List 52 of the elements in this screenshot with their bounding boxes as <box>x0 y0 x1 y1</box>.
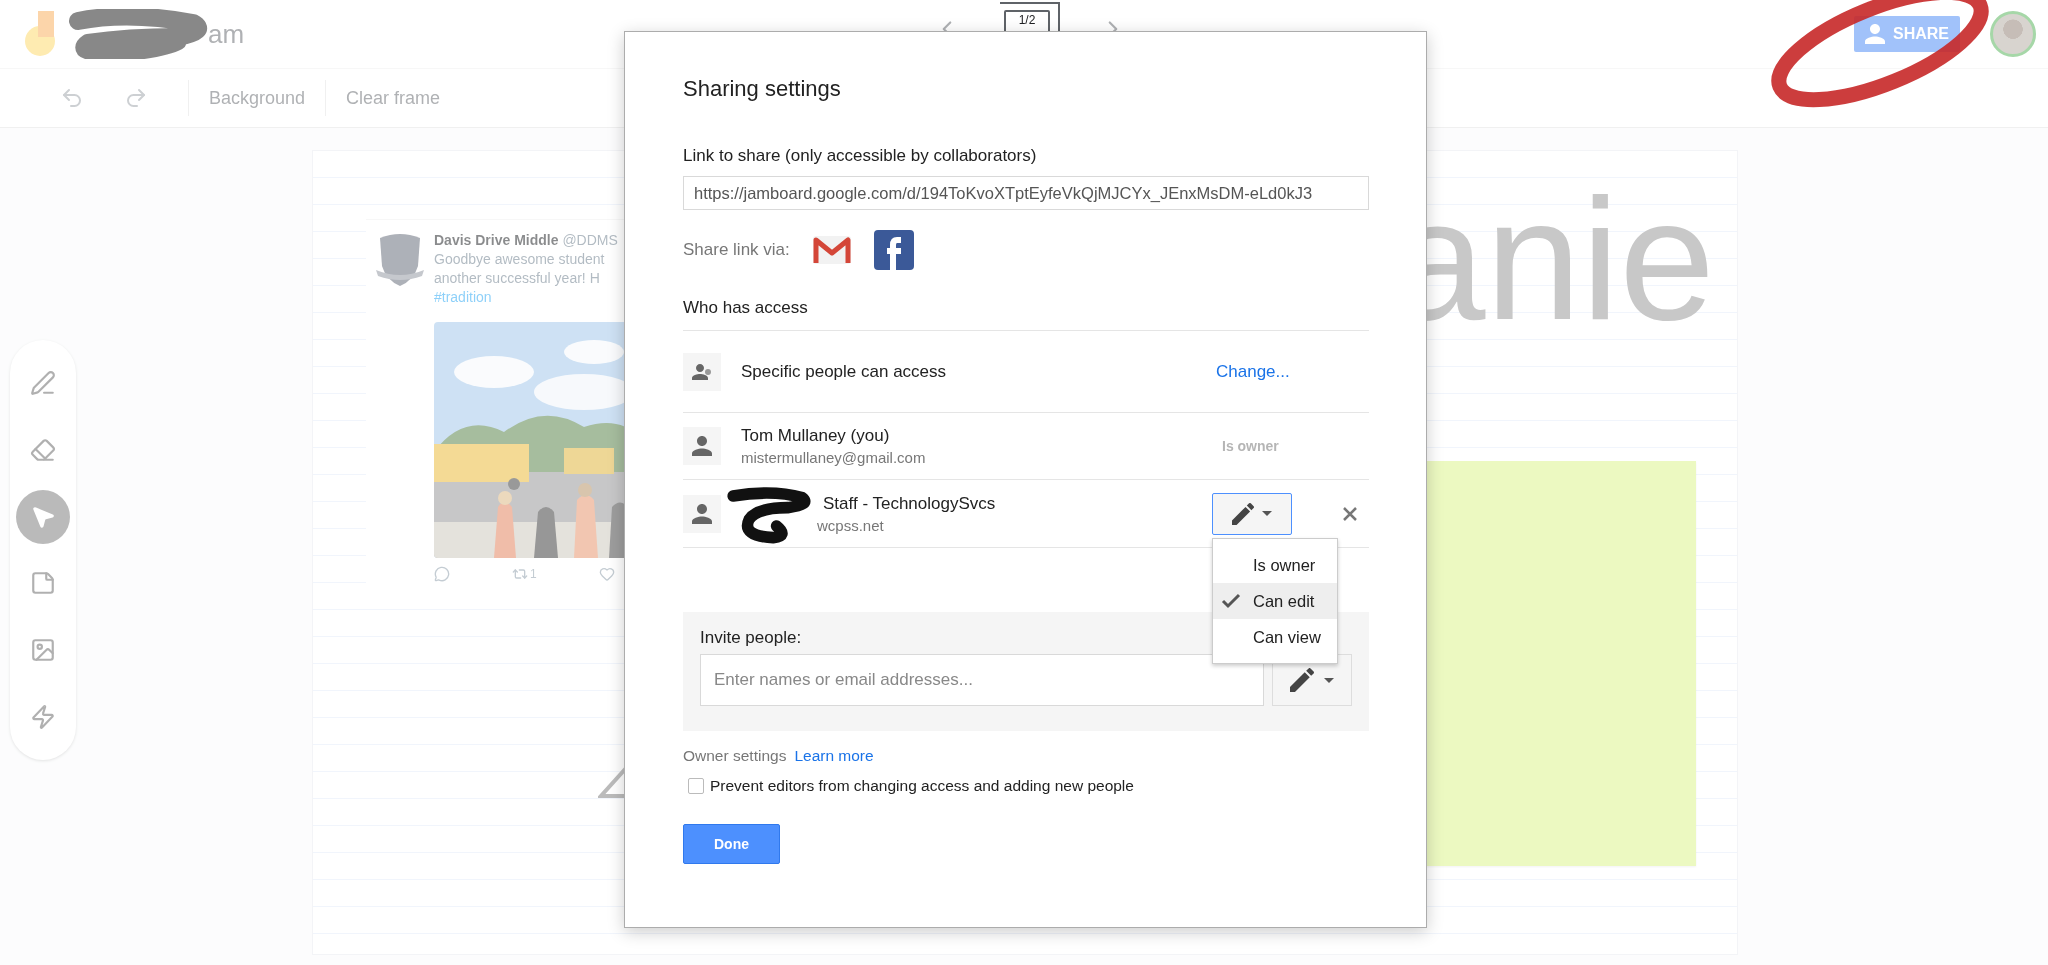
access-heading: Who has access <box>683 298 1369 331</box>
person-icon <box>692 503 712 524</box>
heart-icon[interactable] <box>598 566 615 582</box>
person-name: Staff - TechnologySvcs <box>823 493 997 514</box>
done-button[interactable]: Done <box>683 824 780 864</box>
link-field[interactable]: https://jamboard.google.com/d/194ToKvoXTptEyfeVkQjMJCYx_JEnxMsDM-eLd0kJ3 <box>683 176 1369 210</box>
remove-icon[interactable] <box>1342 505 1358 522</box>
pencil-icon <box>1290 668 1315 692</box>
reply-icon[interactable] <box>434 566 450 582</box>
eraser-icon <box>30 437 56 463</box>
checkbox-label: Prevent editors from changing access and adding new people <box>710 777 1134 795</box>
person-icon <box>1865 24 1885 44</box>
owner-settings-label: Owner settings <box>683 747 787 765</box>
tweet-author: Davis Drive Middle @DDMS <box>434 232 618 248</box>
redo-icon[interactable] <box>124 86 148 110</box>
people-icon <box>683 352 721 391</box>
person-icon <box>692 436 712 456</box>
check-icon <box>1221 593 1241 609</box>
share-via-label: Share link via: <box>683 240 790 260</box>
tweet-text: Goodbye awesome student <box>434 251 606 267</box>
person-email: wcpss.net <box>817 516 885 534</box>
role-dropdown[interactable] <box>1212 492 1292 535</box>
pen-icon <box>30 370 56 397</box>
laser-icon <box>30 703 56 730</box>
person-email: mistermullaney@gmail.com <box>741 449 927 466</box>
role-option[interactable]: Is owner <box>1213 547 1337 583</box>
dialog-title: Sharing settings <box>683 76 842 102</box>
tool-button[interactable] <box>16 489 70 544</box>
learn-more-link[interactable]: Learn more <box>794 747 874 765</box>
role-option[interactable]: Can edit <box>1213 583 1337 619</box>
invite-field[interactable]: Enter names or email addresses... <box>700 654 1265 706</box>
retweet-count: 1 <box>530 567 537 581</box>
retweet-icon[interactable] <box>512 566 528 582</box>
image-icon <box>30 636 56 663</box>
shield-icon <box>374 232 426 288</box>
avatar[interactable] <box>1990 11 2036 57</box>
pencil-icon <box>1232 502 1254 525</box>
access-level: Specific people can access <box>741 361 948 382</box>
role-option[interactable]: Can view <box>1213 619 1337 655</box>
change-link[interactable]: Change... <box>1212 361 1322 382</box>
checkbox[interactable] <box>688 778 704 794</box>
owner-role: Is owner <box>1221 438 1280 454</box>
mail-icon[interactable] <box>811 235 852 265</box>
person-name: Tom Mullaney (you) <box>741 426 891 446</box>
facebook-icon[interactable] <box>873 230 914 270</box>
sticky-note-icon <box>30 570 56 597</box>
caret-icon <box>1262 511 1272 516</box>
tweet-text: another successful year! H <box>434 270 601 286</box>
invite-label: Invite people: <box>700 628 802 648</box>
caret-icon <box>1324 677 1335 683</box>
undo-icon[interactable] <box>60 86 84 110</box>
link-label: Link to share (only accessible by collaborators) <box>683 146 1038 166</box>
